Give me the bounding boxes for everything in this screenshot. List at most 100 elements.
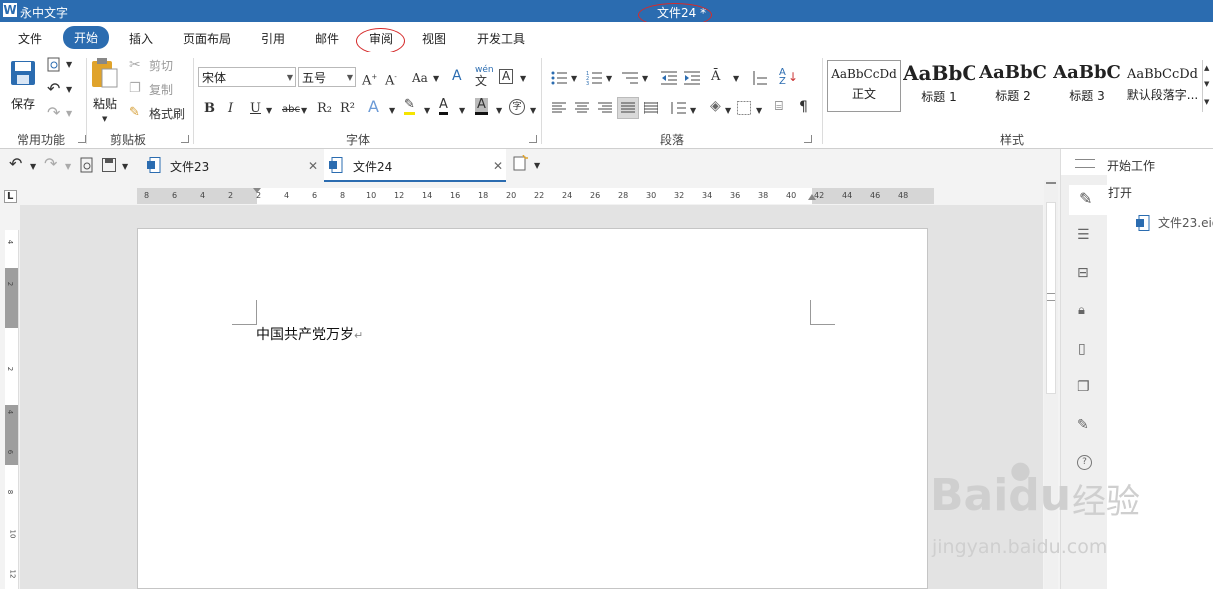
menu-mailings[interactable]: 邮件 xyxy=(315,30,339,47)
char-shading-icon[interactable]: A xyxy=(475,98,488,115)
show-marks-icon[interactable]: ¶ xyxy=(799,99,808,115)
decrease-indent-icon[interactable] xyxy=(661,71,677,85)
tab-doc24[interactable]: 文件24 ✕ xyxy=(324,149,506,182)
redo-button[interactable]: ↷ ▼ xyxy=(46,105,74,123)
dropdown-arrow-icon: ▼ xyxy=(65,162,72,171)
document-page[interactable] xyxy=(137,228,928,589)
increase-indent-icon[interactable] xyxy=(684,71,700,85)
underline-button[interactable]: U xyxy=(250,101,261,117)
font-name-combo[interactable]: 宋体 ▼ xyxy=(198,67,296,87)
dropdown-arrow-icon: ▼ xyxy=(530,106,537,115)
group-dialog-launcher-common[interactable] xyxy=(78,135,86,143)
sliders-icon[interactable]: ☰ xyxy=(1077,227,1090,243)
redo-icon[interactable]: ↷ xyxy=(44,156,57,172)
align-right-icon[interactable] xyxy=(598,102,612,114)
bullet-list-icon[interactable] xyxy=(551,71,567,85)
group-dialog-launcher-clipboard[interactable] xyxy=(181,135,189,143)
copy-button[interactable]: ❐ 复制 xyxy=(129,81,179,99)
format-painter-button[interactable]: ✎ 格式刷 xyxy=(129,105,187,123)
group-dialog-launcher-font[interactable] xyxy=(529,135,537,143)
subscript-button[interactable]: R₂ xyxy=(317,101,332,117)
menu-view[interactable]: 视图 xyxy=(422,30,446,47)
horizontal-ruler[interactable]: 8 6 4 2 2 4 6 8 10 12 14 16 18 20 22 24 26 28 30 32 34 36 38 40… xyxy=(137,188,934,204)
help-icon[interactable]: ? xyxy=(1077,455,1092,470)
style-sample: AaBbCcDd xyxy=(831,67,897,81)
print-preview-icon[interactable] xyxy=(80,157,94,173)
undo-button[interactable]: ↶ ▼ xyxy=(46,81,74,99)
align-left-icon[interactable] xyxy=(552,102,566,114)
menu-references[interactable]: 引用 xyxy=(261,30,285,47)
undo-icon[interactable]: ↶ xyxy=(9,156,22,172)
grow-font-icon[interactable]: A+ xyxy=(362,69,377,89)
edit-icon[interactable]: ✎ xyxy=(1077,417,1089,433)
enclose-char-icon[interactable]: 字 xyxy=(509,99,525,115)
style-normal[interactable]: AaBbCcDd 正文 xyxy=(827,60,901,112)
menu-insert[interactable]: 插入 xyxy=(129,30,153,47)
style-heading-1[interactable]: AaBbC 标题 1 xyxy=(903,60,975,110)
group-dialog-launcher-paragraph[interactable] xyxy=(804,135,812,143)
redo-icon: ↷ xyxy=(47,103,61,122)
align-line-icon[interactable] xyxy=(753,71,767,85)
close-icon[interactable]: ✕ xyxy=(493,158,503,174)
tab-doc23[interactable]: 文件23 ✕ xyxy=(142,149,322,180)
new-tab-button[interactable]: ▼ xyxy=(512,154,544,175)
lock-icon[interactable]: 🔒︎ xyxy=(1078,303,1085,319)
text-effect-icon[interactable]: A xyxy=(368,99,379,115)
font-color-icon[interactable]: A xyxy=(439,98,448,115)
superscript-button[interactable]: R² xyxy=(340,101,355,117)
tab-stop-selector[interactable]: L xyxy=(4,190,17,203)
bold-button[interactable]: B xyxy=(204,101,215,117)
recent-file-item[interactable]: 文件23.eio xyxy=(1136,213,1213,233)
copy-pages-icon[interactable]: ❐ xyxy=(1077,379,1090,395)
highlight-icon[interactable]: ✎ xyxy=(404,98,415,115)
start-work-tab[interactable]: ✎ xyxy=(1069,185,1107,215)
menu-page-layout[interactable]: 页面布局 xyxy=(183,30,231,47)
right-indent-marker[interactable] xyxy=(808,194,816,200)
save-small-icon[interactable] xyxy=(102,158,116,172)
style-heading-3[interactable]: AaBbC 标题 3 xyxy=(1051,60,1123,110)
paragraph-border-icon[interactable]: ⌸ xyxy=(775,99,783,115)
save-button[interactable]: 保存 xyxy=(8,58,38,118)
italic-button[interactable]: I xyxy=(228,101,233,117)
pinyin-guide-icon[interactable]: wén 文 xyxy=(475,66,494,88)
shrink-font-icon[interactable]: A- xyxy=(385,69,397,89)
font-size-combo[interactable]: 五号 ▼ xyxy=(298,67,356,87)
align-center-icon[interactable] xyxy=(575,102,589,114)
clear-format-icon[interactable]: A xyxy=(452,68,462,84)
find-button[interactable]: ▼ xyxy=(46,57,74,75)
style-default-paragraph[interactable]: AaBbCcDd 默认段落字... xyxy=(1125,60,1200,110)
ribbon: 保存 ▼ ↶ ▼ ↷ ▼ 常用功能 粘贴 ▼ ✂ 剪切 ❐ 复制 ✎ 格式刷 剪… xyxy=(0,52,1213,149)
styles-scroll[interactable]: ▲ ▼ ▼ xyxy=(1202,60,1213,112)
vertical-scrollbar[interactable] xyxy=(1044,180,1058,589)
dropdown-arrow-icon: ▼ xyxy=(606,74,613,83)
borders-icon[interactable] xyxy=(737,101,751,115)
group-label-clipboard: 剪贴板 xyxy=(110,133,147,147)
menu-developer[interactable]: 开发工具 xyxy=(477,30,525,47)
line-spacing-icon[interactable] xyxy=(670,101,686,115)
strikethrough-button[interactable]: abc xyxy=(282,102,300,118)
shading-bucket-icon[interactable]: ◈ xyxy=(710,98,721,114)
close-icon[interactable]: ✕ xyxy=(308,158,318,174)
outline-icon[interactable]: ⊟ xyxy=(1077,265,1089,281)
chinese-layout-icon[interactable]: Ā xyxy=(711,69,720,85)
customize-toolbar-icon[interactable]: ▼ xyxy=(122,159,128,175)
task-pane-title: 开始工作 xyxy=(1107,159,1156,173)
sort-icon[interactable]: AZ xyxy=(779,68,786,87)
indent-marker[interactable] xyxy=(253,188,261,204)
numbered-list-icon[interactable]: 123 xyxy=(586,71,602,85)
multilevel-list-icon[interactable] xyxy=(622,71,638,85)
cut-button[interactable]: ✂ 剪切 xyxy=(129,57,179,75)
clipboard-icon[interactable]: ▯ xyxy=(1078,341,1086,357)
char-border-icon[interactable]: A xyxy=(499,69,514,84)
document-body-text[interactable]: 中国共产党万岁↵ xyxy=(256,324,363,344)
menu-home[interactable]: 开始 xyxy=(63,26,110,49)
distribute-icon[interactable] xyxy=(644,102,658,114)
panel-menu-icon[interactable] xyxy=(1075,159,1095,168)
justify-button[interactable] xyxy=(617,97,639,119)
paste-button[interactable]: 粘贴 ▼ xyxy=(89,57,121,123)
vertical-ruler[interactable]: 4 2 2 4 6 8 10 12 xyxy=(5,230,19,589)
ruler-tick-label: 30 xyxy=(646,191,657,200)
style-heading-2[interactable]: AaBbC 标题 2 xyxy=(977,60,1049,110)
menu-file[interactable]: 文件 xyxy=(18,30,42,47)
change-case-button[interactable]: Aa xyxy=(412,70,428,86)
